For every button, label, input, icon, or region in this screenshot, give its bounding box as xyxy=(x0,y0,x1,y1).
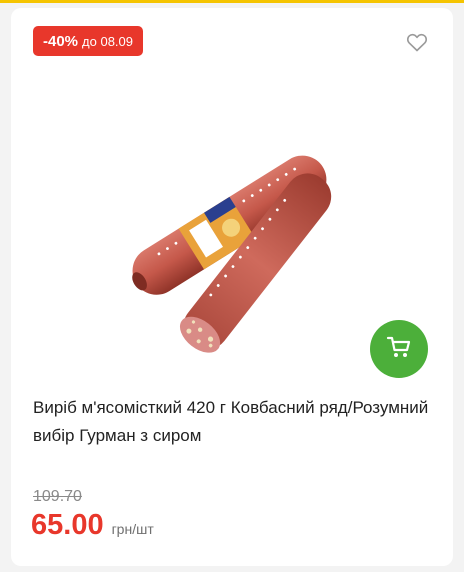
shopping-cart-icon xyxy=(386,334,412,365)
price-unit: грн/шт xyxy=(111,521,154,537)
heart-outline-icon[interactable] xyxy=(405,30,429,54)
discount-percent: -40% xyxy=(43,32,79,50)
price-row: 65.00 грн/шт xyxy=(31,509,154,542)
product-image[interactable] xyxy=(115,116,355,356)
product-title[interactable]: Виріб м'ясомісткий 420 г Ковбасний ряд/Р… xyxy=(33,394,433,450)
top-accent-line xyxy=(0,0,464,3)
old-price: 109.70 xyxy=(33,488,82,505)
product-card[interactable]: -40% до 08.09 Виріб м'ясомісткий 420 г К… xyxy=(11,8,453,566)
current-price: 65.00 xyxy=(31,509,104,541)
discount-badge: -40% до 08.09 xyxy=(33,26,143,56)
add-to-cart-button[interactable] xyxy=(370,320,428,378)
discount-until: до 08.09 xyxy=(82,33,133,49)
